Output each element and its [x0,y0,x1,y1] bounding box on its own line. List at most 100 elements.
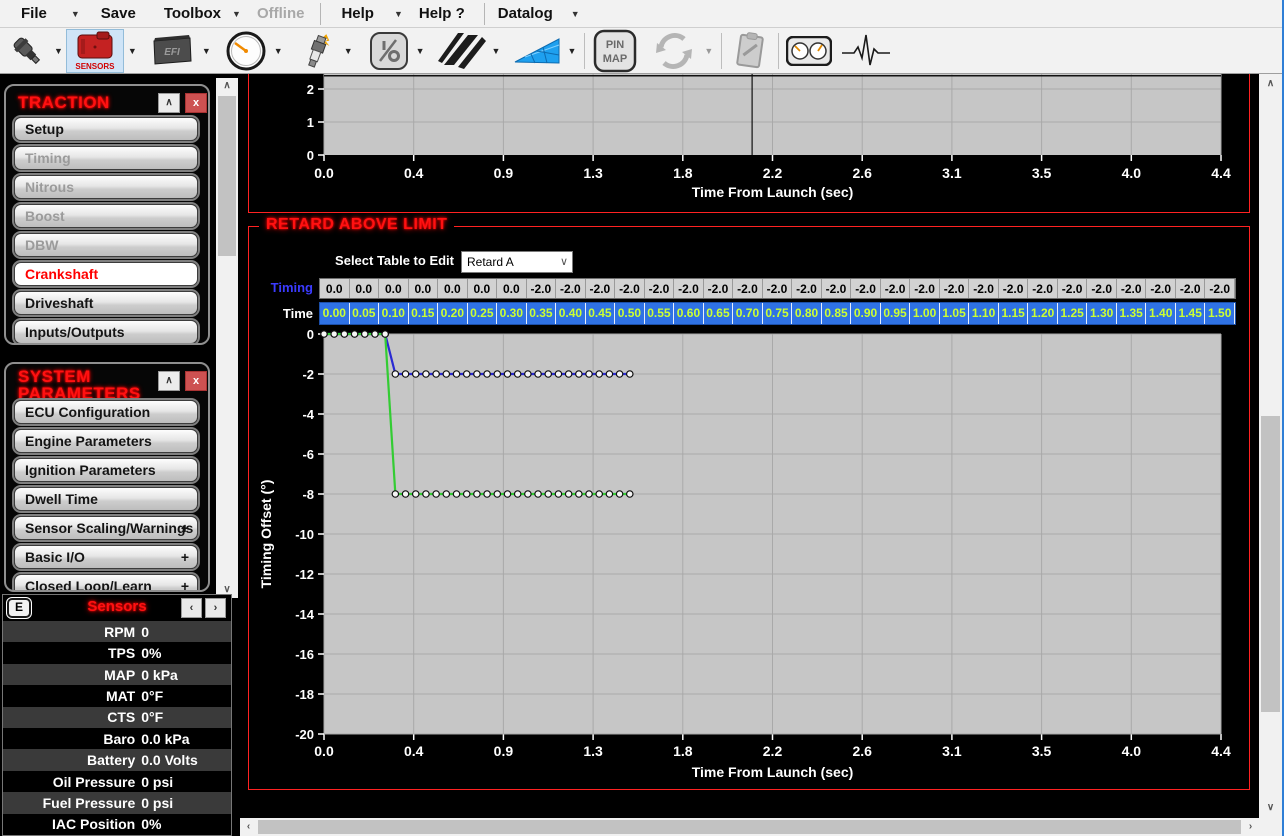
sensor-row-map: MAP0 kPa [3,664,231,685]
menu-help-question[interactable]: Help ? [419,5,465,22]
sensor-label: RPM [3,624,135,640]
svg-text:Timing Offset (°): Timing Offset (°) [258,480,274,589]
scroll-right-icon[interactable]: › [1242,818,1259,836]
sidebar-button-driveshaft[interactable]: Driveshaft [14,291,198,315]
toolbar-separator [721,33,722,69]
chevron-down-icon[interactable]: ▼ [232,9,241,19]
prev-page-button[interactable]: ‹ [181,598,202,618]
ecu-sensors-icon[interactable]: SENSORS [66,29,124,73]
svg-text:0.9: 0.9 [494,743,514,759]
sidebar-button-dbw: DBW [14,233,198,257]
sidebar-button-ignition-parameters[interactable]: Ignition Parameters [14,458,198,482]
traction-panel-title: TRACTION [18,94,110,111]
svg-text:1.3: 1.3 [583,743,603,759]
system-parameters-title-line1: SYSTEM [18,368,141,385]
sensor-label: Fuel Pressure [3,795,135,811]
svg-text:4.4: 4.4 [1211,165,1231,181]
scrollbar-thumb[interactable] [218,96,236,256]
chevron-down-icon[interactable]: ▼ [394,9,403,19]
sidebar-button-basic-i-o[interactable]: Basic I/O+ [14,545,198,569]
fan-icon[interactable] [511,29,563,73]
next-page-button[interactable]: › [205,598,226,618]
sensor-value: 0 psi [135,795,173,811]
sensor-value: 0.0 Volts [135,752,198,768]
top-chart[interactable]: 0.00.40.91.31.82.22.63.13.54.04.4012Time… [249,74,1249,211]
menu-help[interactable]: Help [341,5,374,22]
svg-text:3.1: 3.1 [942,743,962,759]
chevron-down-icon[interactable]: ▼ [567,46,576,56]
svg-text:-8: -8 [302,487,314,502]
sidebar-button-sensor-scaling-warnings[interactable]: Sensor Scaling/Warnings+ [14,516,198,540]
sensor-value: 0°F [135,688,163,704]
menu-toolbox[interactable]: Toolbox [164,5,221,22]
svg-text:2.2: 2.2 [763,743,783,759]
close-icon[interactable]: x [185,93,207,113]
sidebar-button-crankshaft[interactable]: Crankshaft [14,262,198,286]
spark-plug-icon[interactable] [294,29,340,73]
chevron-down-icon[interactable]: ▼ [344,46,353,56]
svg-text:2.2: 2.2 [763,165,783,181]
chevron-down-icon[interactable]: ▼ [571,9,580,19]
menu-save[interactable]: Save [101,5,136,22]
scroll-down-icon[interactable]: ∨ [1259,800,1282,816]
scrollbar-corner [1259,818,1282,836]
fuel-injector-icon[interactable] [4,29,50,73]
expand-plus-icon[interactable]: + [181,546,189,568]
waveform-icon[interactable] [838,29,894,73]
chevron-down-icon[interactable]: ▼ [492,46,501,56]
expand-plus-icon[interactable]: + [181,517,189,539]
notes-icon [727,29,773,73]
pin-map-icon[interactable]: PIN MAP [590,29,640,73]
svg-text:-12: -12 [295,567,314,582]
svg-text:0.0: 0.0 [314,743,334,759]
close-icon[interactable]: x [185,371,207,391]
svg-text:-4: -4 [302,407,314,422]
scrollbar-thumb[interactable] [1261,416,1280,712]
sensor-label: TPS [3,645,135,661]
pin-text: PIN [606,39,624,51]
scrollbar-thumb[interactable] [258,820,1241,834]
sensor-value: 0.0 kPa [135,731,189,747]
sensor-value: 0 [135,624,149,640]
menu-offline: Offline [257,5,305,22]
svg-text:Time From Launch (sec): Time From Launch (sec) [692,184,854,200]
sidebar-button-inputs-outputs[interactable]: Inputs/Outputs [14,320,198,344]
menu-datalog[interactable]: Datalog [498,5,553,22]
svg-text:0.4: 0.4 [404,743,424,759]
sensor-label: MAT [3,688,135,704]
toolbar-separator [778,33,779,69]
gauge-icon[interactable] [222,29,270,73]
expand-plus-icon[interactable]: + [181,575,189,592]
belt-icon[interactable] [436,29,488,73]
menu-file[interactable]: File [21,5,47,22]
sidebar-button-ecu-configuration[interactable]: ECU Configuration [14,400,198,424]
scroll-up-icon[interactable]: ∧ [216,78,238,94]
chevron-down-icon[interactable]: ▼ [202,46,211,56]
collapse-button[interactable]: ∧ [158,371,180,391]
svg-text:2.6: 2.6 [852,743,872,759]
chevron-down-icon[interactable]: ▼ [54,46,63,56]
chevron-down-icon[interactable]: ▼ [274,46,283,56]
chevron-down-icon[interactable]: ▼ [71,9,80,19]
traction-panel: TRACTION ∧ x SetupTimingNitrousBoostDBWC… [4,84,210,345]
gauges-icon[interactable] [784,29,834,73]
collapse-button[interactable]: ∧ [158,93,180,113]
retard-chart[interactable]: 0.00.40.91.31.82.22.63.13.54.04.40-2-4-6… [249,227,1249,789]
sensor-label: CTS [3,709,135,725]
svg-text:-20: -20 [295,727,314,742]
chevron-down-icon[interactable]: ▼ [416,46,425,56]
svg-text:-6: -6 [302,447,314,462]
sensor-row-battery: Battery0.0 Volts [3,749,231,770]
svg-text:4.4: 4.4 [1211,743,1231,759]
scroll-up-icon[interactable]: ∧ [1259,76,1282,92]
sidebar-button-engine-parameters[interactable]: Engine Parameters [14,429,198,453]
sidebar-button-closed-loop-learn[interactable]: Closed Loop/Learn+ [14,574,198,592]
sensor-row-tps: TPS0% [3,642,231,663]
io-icon[interactable] [366,29,412,73]
chevron-down-icon[interactable]: ▼ [128,46,137,56]
sidebar-button-dwell-time[interactable]: Dwell Time [14,487,198,511]
holley-efi-icon[interactable]: EFI [146,29,198,73]
scroll-left-icon[interactable]: ‹ [240,818,257,836]
sensor-row-baro: Baro0.0 kPa [3,728,231,749]
sidebar-button-setup[interactable]: Setup [14,117,198,141]
